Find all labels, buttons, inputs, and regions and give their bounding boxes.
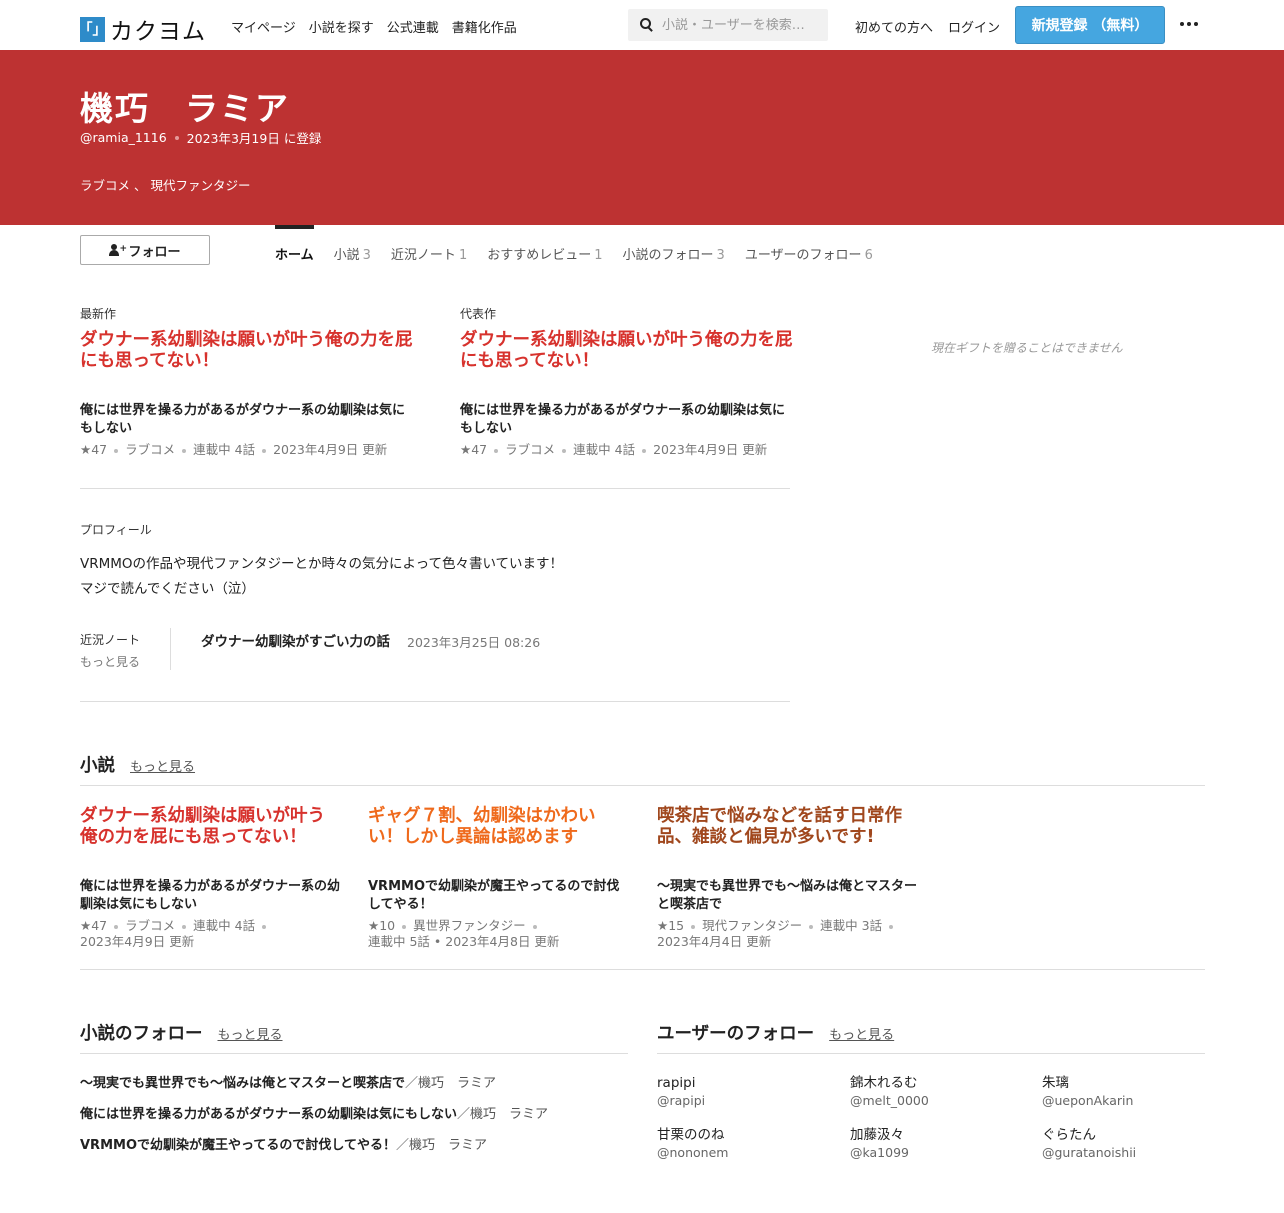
note-date: 2023年3月25日 08:26 <box>407 635 541 650</box>
followed-users-more-link[interactable]: もっと見る <box>829 1024 894 1043</box>
notes-more-link[interactable]: もっと見る <box>80 653 140 670</box>
followed-user[interactable]: ぐらたん @guratanoishii <box>1042 1126 1136 1162</box>
novels-section-head: 小説 もっと見る <box>80 752 195 777</box>
tab-home[interactable]: ホーム <box>275 225 314 267</box>
top-header: 「」 カクヨム マイページ 小説を探す 公式連載 書籍化作品 初めての方へ ログ… <box>0 0 1284 50</box>
novels-more-link[interactable]: もっと見る <box>130 756 195 775</box>
followed-user[interactable]: 朱璃 @ueponAkarin <box>1042 1074 1133 1110</box>
login-link[interactable]: ログイン <box>948 17 1000 36</box>
search-box <box>628 9 828 41</box>
divider <box>80 969 1205 970</box>
search-icon[interactable] <box>640 18 654 32</box>
novels-section-title: 小説 <box>80 756 115 776</box>
tab-notes[interactable]: 近況ノート 1 <box>391 225 467 267</box>
divider <box>80 785 1205 786</box>
profile-text: VRMMOの作品や現代ファンタジーとか時々の気分によって色々書いています！ マジ… <box>80 556 564 597</box>
logo-text: カクヨム <box>110 19 206 45</box>
note-title[interactable]: ダウナー幼馴染がすごい力の話 <box>201 630 390 650</box>
followed-novels-head: 小説のフォロー もっと見る <box>80 1020 283 1045</box>
followed-users-head: ユーザーのフォロー もっと見る <box>657 1020 894 1045</box>
nav-official-serials[interactable]: 公式連載 <box>387 17 439 36</box>
logo-mark-icon: 「」 <box>79 16 107 42</box>
nav-published-works[interactable]: 書籍化作品 <box>452 17 517 36</box>
novel-card-title[interactable]: 喫茶店で悩みなどを話す日常作品、雑談と偏見が多いです! <box>657 806 917 848</box>
user-meta: @ramia_1116 2023年3月19日 に登録 <box>80 128 321 147</box>
profile-banner: 機巧 ラミア @ramia_1116 2023年3月19日 に登録 ラブコメ 、… <box>0 50 1284 225</box>
followed-user[interactable]: rapipi @rapipi <box>657 1074 705 1110</box>
main-nav: マイページ 小説を探す 公式連載 書籍化作品 <box>231 17 517 36</box>
separator-dot <box>174 135 179 140</box>
representative-work-catch: 俺には世界を操る力があるがダウナー系の幼馴染は気にもしない <box>460 403 786 436</box>
novel-card-catch: VRMMOで幼馴染が魔王やってるので討伐してやる！ <box>368 879 620 912</box>
divider <box>80 1053 628 1054</box>
followed-user[interactable]: 加藤汲々 @ka1099 <box>850 1126 909 1162</box>
latest-work-catch: 俺には世界を操る力があるがダウナー系の幼馴染は気にもしない <box>80 403 406 436</box>
site-logo[interactable]: 「」 カクヨム <box>79 12 206 46</box>
divider <box>80 701 790 702</box>
tab-followed-novels[interactable]: 小説のフォロー 3 <box>623 225 725 267</box>
followed-users-title: ユーザーのフォロー <box>657 1024 815 1044</box>
tab-novels[interactable]: 小説 3 <box>334 225 371 267</box>
representative-work-title[interactable]: ダウナー系幼馴染は願いが叶う俺の力を屁にも思ってない！ <box>460 330 795 372</box>
tab-followed-users[interactable]: ユーザーのフォロー 6 <box>745 225 873 267</box>
representative-label: 代表作 <box>460 307 497 321</box>
follow-button[interactable]: + フォロー <box>80 235 210 265</box>
novel-card-meta: ★10 異世界ファンタジー 連載中 5話 • 2023年4月8日 更新 <box>368 918 560 949</box>
registered-date: 2023年3月19日 に登録 <box>186 131 322 146</box>
divider <box>657 1053 1205 1054</box>
list-item[interactable]: ～現実でも異世界でも～悩みは俺とマスターと喫茶店で／機巧 ラミア <box>80 1068 640 1099</box>
user-genres: ラブコメ 、 現代ファンタジー <box>80 178 251 193</box>
tab-reviews[interactable]: おすすめレビュー 1 <box>487 225 602 267</box>
profile-label: プロフィール <box>80 523 152 537</box>
divider <box>80 488 790 489</box>
user-handle: @ramia_1116 <box>80 130 167 145</box>
follow-label: フォロー <box>128 244 181 260</box>
latest-label: 最新作 <box>80 307 117 321</box>
novel-card-title[interactable]: ギャグ７割、幼馴染はかわいい！しかし異論は認めます <box>368 806 613 848</box>
followed-user[interactable]: 甘栗ののね @nononem <box>657 1126 728 1162</box>
latest-work-meta: ★47 ラブコメ 連載中 4話 2023年4月9日 更新 <box>80 442 388 457</box>
notes-label: 近況ノート <box>80 633 141 647</box>
more-menu-icon[interactable] <box>1180 22 1198 26</box>
user-plus-icon: + <box>109 244 127 256</box>
novel-card-catch: 俺には世界を操る力があるがダウナー系の幼馴染は気にもしない <box>80 879 341 912</box>
nav-find-novels[interactable]: 小説を探す <box>309 17 374 36</box>
signup-button[interactable]: 新規登録 （無料） <box>1015 6 1165 44</box>
followed-novels-more-link[interactable]: もっと見る <box>218 1024 283 1043</box>
gift-note: 現在ギフトを贈ることはできません <box>931 341 1123 355</box>
novel-card-meta: ★47 ラブコメ 連載中 4話 2023年4月9日 更新 <box>80 918 350 950</box>
profile-tabs: ホーム 小説 3 近況ノート 1 おすすめレビュー 1 小説のフォロー 3 ユーザーのフ… <box>275 225 873 267</box>
followed-user[interactable]: 錦木れるむ @melt_0000 <box>850 1074 929 1110</box>
first-time-link[interactable]: 初めての方へ <box>855 17 933 36</box>
novel-card-catch: ～現実でも異世界でも～悩みは俺とマスターと喫茶店で <box>657 879 918 912</box>
list-item[interactable]: VRMMOで幼馴染が魔王やってるので討伐してやる！／機巧 ラミア <box>80 1130 640 1161</box>
divider-vertical <box>170 628 171 670</box>
followed-novels-title: 小説のフォロー <box>80 1024 203 1044</box>
list-item[interactable]: 俺には世界を操る力があるがダウナー系の幼馴染は気にもしない／機巧 ラミア <box>80 1099 640 1130</box>
followed-novels-list: ～現実でも異世界でも～悩みは俺とマスターと喫茶店で／機巧 ラミア 俺には世界を操… <box>80 1068 640 1161</box>
novel-card-title[interactable]: ダウナー系幼馴染は願いが叶う俺の力を屁にも思ってない！ <box>80 806 340 848</box>
nav-mypage[interactable]: マイページ <box>231 17 296 36</box>
latest-work-title[interactable]: ダウナー系幼馴染は願いが叶う俺の力を屁にも思ってない！ <box>80 330 415 372</box>
user-name: 機巧 ラミア <box>80 89 290 128</box>
novel-card-meta: ★15 現代ファンタジー 連載中 3話 2023年4月4日 更新 <box>657 918 927 950</box>
search-input[interactable] <box>662 17 827 33</box>
representative-work-meta: ★47 ラブコメ 連載中 4話 2023年4月9日 更新 <box>460 442 768 457</box>
